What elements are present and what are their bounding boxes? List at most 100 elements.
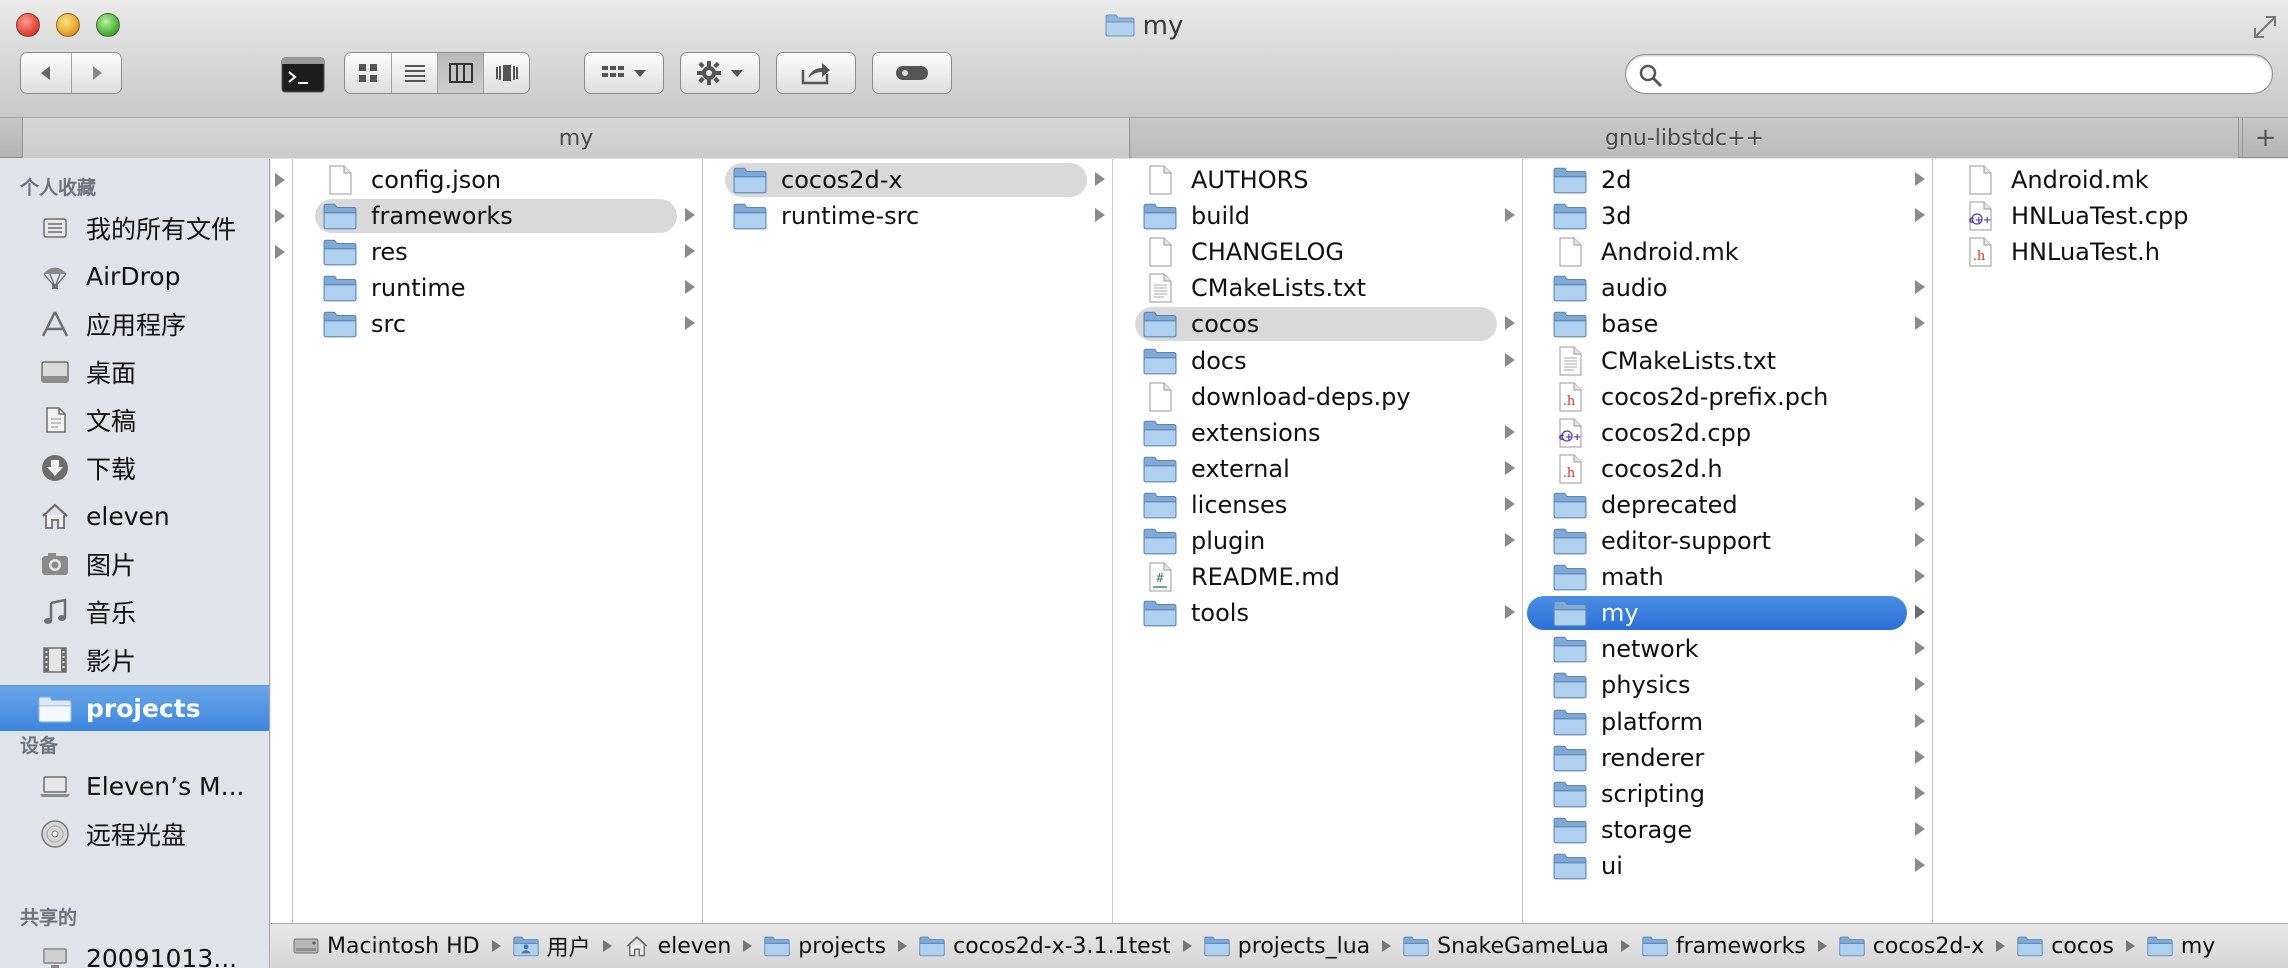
path-crumb[interactable]: SnakeGameLua bbox=[1403, 933, 1642, 959]
file-row[interactable]: # README.md bbox=[1113, 560, 1523, 594]
sidebar-item[interactable]: 20091013... bbox=[0, 935, 269, 968]
gear-icon bbox=[697, 61, 721, 85]
list-view-button[interactable] bbox=[391, 53, 437, 93]
icon-view-button[interactable] bbox=[345, 53, 391, 93]
terminal-button[interactable] bbox=[280, 54, 326, 96]
folder-row[interactable]: plugin bbox=[1113, 524, 1523, 558]
sidebar-item[interactable]: Eleven’s M... bbox=[0, 763, 269, 809]
folder-row[interactable]: extensions bbox=[1113, 416, 1523, 450]
folder-row[interactable]: tools bbox=[1113, 596, 1523, 630]
file-row[interactable]: Android.mk bbox=[1523, 235, 1933, 269]
folder-row[interactable]: network bbox=[1523, 632, 1933, 666]
folder-row[interactable]: audio bbox=[1523, 271, 1933, 305]
sidebar-item[interactable]: projects bbox=[0, 685, 269, 731]
sidebar-item[interactable]: 音乐 bbox=[0, 589, 269, 635]
tags-button[interactable] bbox=[872, 52, 952, 94]
item-name: base bbox=[1601, 310, 1659, 339]
folder-row[interactable]: src bbox=[293, 307, 703, 341]
path-crumb[interactable]: frameworks bbox=[1642, 933, 1839, 959]
item-name: ui bbox=[1601, 851, 1623, 880]
new-tab-button[interactable]: + bbox=[2242, 118, 2288, 158]
folder-row[interactable]: docs bbox=[1113, 344, 1523, 378]
browser-column: Android.mk c++ HNLuaTest.cpp .h HNLuaTest.h bbox=[1933, 159, 2288, 923]
file-row[interactable]: CHANGELOG bbox=[1113, 235, 1523, 269]
folder-row[interactable]: math bbox=[1523, 560, 1933, 594]
tab-my[interactable]: my bbox=[22, 118, 1130, 158]
sidebar-item-label: projects bbox=[86, 694, 201, 723]
folder-icon bbox=[1553, 163, 1587, 197]
folder-row[interactable]: runtime bbox=[293, 271, 703, 305]
path-crumb[interactable]: projects bbox=[764, 933, 919, 959]
sidebar-item[interactable]: eleven bbox=[0, 493, 269, 539]
folder-row[interactable]: my bbox=[1523, 596, 1933, 631]
folder-row[interactable]: frameworks bbox=[293, 199, 703, 234]
fullscreen-icon[interactable] bbox=[2252, 14, 2278, 40]
text-file-icon bbox=[1143, 271, 1177, 305]
folder-icon bbox=[1105, 13, 1135, 44]
file-row[interactable]: c++ HNLuaTest.cpp bbox=[1933, 199, 2288, 233]
path-crumb[interactable]: eleven bbox=[624, 933, 765, 959]
arrange-menu-button[interactable] bbox=[584, 52, 664, 94]
sidebar-item[interactable]: 图片 bbox=[0, 541, 269, 587]
path-crumb[interactable]: cocos2d-x bbox=[1839, 933, 2018, 959]
back-button[interactable] bbox=[21, 53, 71, 93]
share-button[interactable] bbox=[776, 52, 856, 94]
folder-row[interactable]: physics bbox=[1523, 668, 1933, 702]
folder-row[interactable]: editor-support bbox=[1523, 524, 1933, 558]
tab-gnu-libstdc[interactable]: gnu-libstdc++ bbox=[1131, 118, 2239, 158]
file-row[interactable]: .h HNLuaTest.h bbox=[1933, 235, 2288, 269]
folder-row[interactable]: 3d bbox=[1523, 199, 1933, 233]
file-row[interactable]: .h cocos2d.h bbox=[1523, 452, 1933, 486]
folder-row[interactable]: build bbox=[1113, 199, 1523, 233]
sidebar-item[interactable]: 下载 bbox=[0, 445, 269, 491]
path-crumb[interactable]: cocos2d-x-3.1.1test bbox=[919, 933, 1204, 959]
sidebar: 个人收藏 我的所有文件 AirDrop 应用程序 桌面 文稿 下载 eleven 图片 音乐 影片 p… bbox=[0, 159, 270, 968]
forward-button[interactable] bbox=[71, 53, 121, 93]
sidebar-item[interactable]: 文稿 bbox=[0, 397, 269, 443]
sidebar-item[interactable]: 桌面 bbox=[0, 349, 269, 395]
folder-row[interactable]: scripting bbox=[1523, 777, 1933, 811]
sidebar-item[interactable]: 应用程序 bbox=[0, 301, 269, 347]
folder-row[interactable]: storage bbox=[1523, 813, 1933, 847]
folder-row[interactable]: licenses bbox=[1113, 488, 1523, 522]
folder-row[interactable]: runtime-src bbox=[703, 199, 1113, 233]
action-menu-button[interactable] bbox=[680, 52, 760, 94]
path-crumb[interactable]: 用户 bbox=[513, 930, 624, 962]
sidebar-item[interactable]: AirDrop bbox=[0, 253, 269, 299]
folder-row[interactable]: ui bbox=[1523, 849, 1933, 883]
folder-row[interactable]: external bbox=[1113, 452, 1523, 486]
folder-row[interactable]: base bbox=[1523, 307, 1933, 341]
file-row[interactable]: CMakeLists.txt bbox=[1113, 271, 1523, 305]
path-crumb[interactable]: projects_lua bbox=[1204, 933, 1403, 959]
browser-column: config.json frameworks res runtime src bbox=[293, 159, 703, 923]
folder-row[interactable]: 2d bbox=[1523, 163, 1933, 197]
folder-row[interactable]: renderer bbox=[1523, 741, 1933, 775]
music-icon bbox=[37, 594, 73, 630]
folder-row[interactable]: deprecated bbox=[1523, 488, 1933, 522]
sidebar-item[interactable]: 影片 bbox=[0, 637, 269, 683]
file-row[interactable]: AUTHORS bbox=[1113, 163, 1523, 197]
sidebar-item[interactable]: 远程光盘 bbox=[0, 811, 269, 857]
path-crumb[interactable]: my bbox=[2147, 933, 2215, 959]
column-view-button[interactable] bbox=[437, 53, 483, 93]
file-row[interactable]: c++ cocos2d.cpp bbox=[1523, 416, 1933, 450]
disclosure-arrow-icon bbox=[685, 244, 695, 259]
file-row[interactable]: CMakeLists.txt bbox=[1523, 344, 1933, 378]
search-field[interactable] bbox=[1625, 54, 2273, 94]
path-crumb[interactable]: cocos bbox=[2017, 933, 2147, 959]
path-crumb[interactable]: Macintosh HD bbox=[293, 933, 513, 959]
header-file-icon: .h bbox=[1963, 235, 1997, 269]
file-row[interactable]: .h cocos2d-prefix.pch bbox=[1523, 380, 1933, 414]
folder-row[interactable]: platform bbox=[1523, 705, 1933, 739]
item-name: renderer bbox=[1601, 743, 1705, 772]
file-row[interactable]: Android.mk bbox=[1933, 163, 2288, 197]
folder-row[interactable]: cocos bbox=[1113, 307, 1523, 342]
sidebar-item[interactable]: 我的所有文件 bbox=[0, 205, 269, 251]
folder-row[interactable]: cocos2d-x bbox=[703, 163, 1113, 197]
cover-flow-view-button[interactable] bbox=[483, 53, 529, 93]
folder-row[interactable]: res bbox=[293, 235, 703, 269]
folder-icon bbox=[1143, 416, 1177, 450]
file-row[interactable]: config.json bbox=[293, 163, 703, 197]
file-row[interactable]: download-deps.py bbox=[1113, 380, 1523, 414]
search-input[interactable] bbox=[1672, 59, 2252, 89]
